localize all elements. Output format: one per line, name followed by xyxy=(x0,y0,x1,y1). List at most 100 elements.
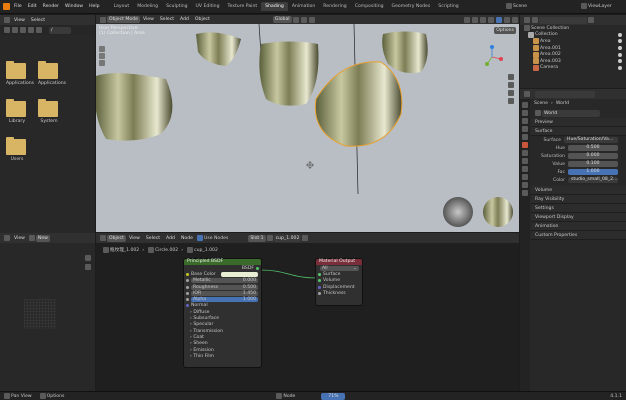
eye-icon[interactable] xyxy=(618,32,622,37)
input-socket[interactable] xyxy=(186,298,189,302)
menu-file[interactable]: File xyxy=(11,4,25,9)
parent-folder-icon[interactable] xyxy=(20,27,26,33)
select-tool-icon[interactable] xyxy=(99,46,105,52)
outliner-item-area[interactable]: Area xyxy=(520,38,626,45)
outliner-item-area001[interactable]: Area.001 xyxy=(520,45,626,52)
editor-type-icon[interactable] xyxy=(4,235,10,241)
section-preview[interactable]: Preview xyxy=(531,118,626,127)
tab-shading[interactable]: Shading xyxy=(261,2,288,11)
shader-editor[interactable]: Object View Select Add Node Use Nodes Sl… xyxy=(96,233,519,391)
menu-help[interactable]: Help xyxy=(86,4,102,9)
folder-item[interactable]: Applications xyxy=(38,61,66,86)
move-tool-icon[interactable] xyxy=(99,60,105,66)
tab-layout[interactable]: Layout xyxy=(110,2,134,11)
editor-type-icon[interactable] xyxy=(524,17,530,23)
xray-icon[interactable] xyxy=(488,16,494,23)
base-color-swatch[interactable] xyxy=(221,271,258,277)
scene-name[interactable]: Scene xyxy=(513,4,527,9)
alpha-field[interactable]: Alpha 1.000 xyxy=(191,297,258,303)
input-socket[interactable] xyxy=(186,279,189,283)
surface-shader-field[interactable]: Hue/Saturation/Va... xyxy=(564,137,618,143)
input-socket[interactable] xyxy=(186,272,189,276)
vp-menu-view[interactable]: View xyxy=(140,17,157,22)
tab-texture-paint[interactable]: Texture Paint xyxy=(224,2,262,11)
object-tab-icon[interactable] xyxy=(522,158,528,164)
cursor-tool-icon[interactable] xyxy=(99,53,105,59)
options-button[interactable]: Options xyxy=(494,27,516,34)
zoom-icon[interactable] xyxy=(508,74,514,80)
eye-icon[interactable] xyxy=(618,52,622,57)
eye-icon[interactable] xyxy=(618,59,622,64)
world-name-field[interactable]: World xyxy=(542,109,600,117)
glass-cup[interactable] xyxy=(96,73,173,141)
vp-menu-add[interactable]: Add xyxy=(177,17,192,22)
principled-bsdf-node[interactable]: Principled BSDF BSDF Base Color Metallic… xyxy=(184,259,261,367)
folder-item[interactable]: System xyxy=(38,99,60,124)
section-custom-properties[interactable]: Custom Properties xyxy=(531,231,626,240)
eye-icon[interactable] xyxy=(618,39,622,44)
input-socket[interactable] xyxy=(318,279,321,283)
section-volume[interactable]: Volume xyxy=(531,186,626,195)
target-dropdown[interactable]: All ⌄ xyxy=(320,265,359,271)
section-ray-visibility[interactable]: Ray Visibility xyxy=(531,195,626,204)
forward-arrow-icon[interactable] xyxy=(12,27,18,33)
3d-viewport[interactable]: User Perspective (1) Collection | Area O… xyxy=(96,24,519,232)
output-tab-icon[interactable] xyxy=(522,118,528,124)
tab-scripting[interactable]: Scripting xyxy=(434,2,462,11)
constraint-tab-icon[interactable] xyxy=(522,182,528,188)
outliner-item-camera[interactable]: Camera xyxy=(520,64,626,72)
glass-cup[interactable] xyxy=(382,31,428,74)
ior-field[interactable]: IOR 1.450 xyxy=(191,290,258,296)
metallic-field[interactable]: Metallic 0.000 xyxy=(191,278,258,284)
pivot-icon[interactable] xyxy=(292,16,299,23)
saturation-field[interactable]: 0.000 xyxy=(568,153,618,159)
camera-icon[interactable] xyxy=(508,90,514,96)
world-tab-icon[interactable] xyxy=(522,142,528,148)
material-output-node[interactable]: Material Output All ⌄ Surface Volume Disp… xyxy=(316,259,362,305)
section-animation[interactable]: Animation xyxy=(531,222,626,231)
view-layer-tab-icon[interactable] xyxy=(522,126,528,132)
visibility-icon[interactable] xyxy=(464,16,470,23)
editor-type-icon[interactable] xyxy=(100,16,106,23)
folder-item[interactable]: Users xyxy=(6,137,28,162)
eye-icon[interactable] xyxy=(618,65,622,70)
pan-hand-icon[interactable] xyxy=(85,264,91,270)
glass-cup[interactable] xyxy=(196,32,241,66)
folder-item[interactable]: Library xyxy=(6,99,28,124)
fac-field[interactable]: 1.000 xyxy=(568,169,618,175)
physics-tab-icon[interactable] xyxy=(522,174,528,180)
orientation-dropdown[interactable]: Global xyxy=(272,16,292,23)
shading-material-icon[interactable] xyxy=(504,16,510,23)
viewlayer-name[interactable]: ViewLayer xyxy=(588,4,612,9)
mode-dropdown[interactable]: Object Mode xyxy=(107,16,140,23)
shading-rendered-icon[interactable] xyxy=(512,16,518,23)
new-image-button[interactable]: New xyxy=(35,234,50,242)
input-socket[interactable] xyxy=(186,304,189,308)
outliner-item-area002[interactable]: Area.002 xyxy=(520,51,626,58)
filter-icon[interactable] xyxy=(588,17,594,23)
input-socket[interactable] xyxy=(186,285,189,289)
scene-tab-icon[interactable] xyxy=(522,134,528,140)
navigation-gizmo[interactable] xyxy=(479,44,505,70)
proportional-icon[interactable] xyxy=(308,16,315,23)
fb-menu-select[interactable]: Select xyxy=(28,18,48,23)
section-viewport-display[interactable]: Viewport Display xyxy=(531,213,626,222)
collection-row[interactable]: Collection xyxy=(520,31,626,39)
tab-rendering[interactable]: Rendering xyxy=(319,2,350,11)
tab-compositing[interactable]: Compositing xyxy=(351,2,388,11)
tab-uv-editing[interactable]: UV Editing xyxy=(192,2,224,11)
section-settings[interactable]: Settings xyxy=(531,204,626,213)
tab-sculpting[interactable]: Sculpting xyxy=(162,2,191,11)
input-socket[interactable] xyxy=(318,291,321,295)
input-socket[interactable] xyxy=(318,285,321,289)
vp-menu-select[interactable]: Select xyxy=(157,17,177,22)
tool-tab-icon[interactable] xyxy=(522,102,528,108)
zoom-icon[interactable] xyxy=(85,255,91,261)
input-socket[interactable] xyxy=(318,272,321,276)
snap-icon[interactable] xyxy=(300,16,307,23)
back-arrow-icon[interactable] xyxy=(4,27,10,33)
refresh-icon[interactable] xyxy=(28,27,34,33)
folder-item[interactable]: Applications xyxy=(6,61,34,86)
section-surface[interactable]: Surface xyxy=(531,127,626,136)
path-field[interactable]: / xyxy=(49,26,71,34)
